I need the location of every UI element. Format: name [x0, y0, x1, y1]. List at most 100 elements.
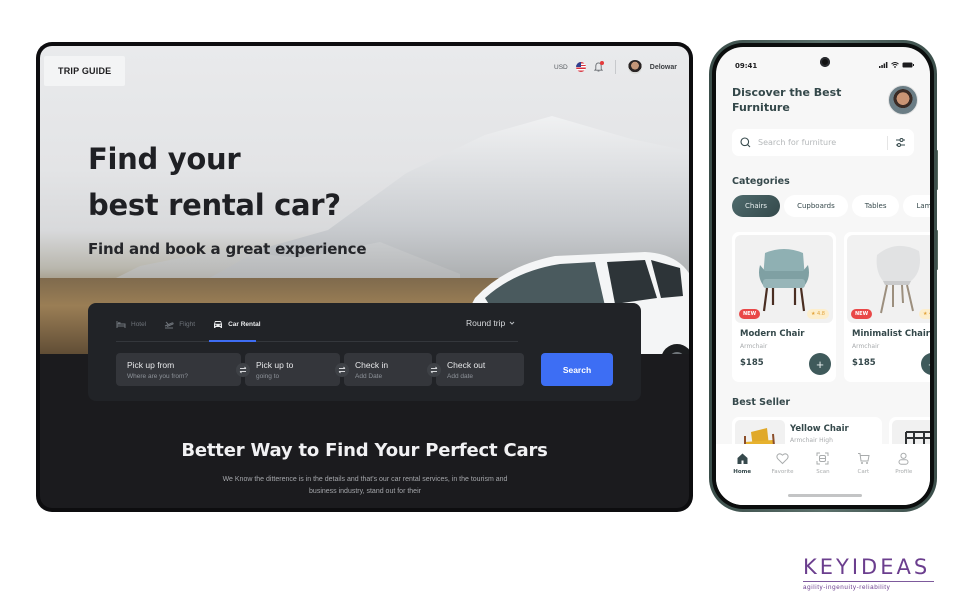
pickup-to-field[interactable]: Pick up to going to [245, 353, 340, 386]
tab-label: Hotel [131, 320, 147, 328]
hero-subtitle: Find and book a great experience [88, 240, 367, 258]
search-placeholder: Search for furniture [758, 138, 837, 147]
category-chips: Chairs Cupboards Tables Lamps [732, 195, 930, 217]
field-label: Check out [447, 359, 486, 370]
check-out-field[interactable]: Check out Add date [436, 353, 524, 386]
heart-icon [776, 453, 789, 465]
swap-icon [430, 366, 438, 373]
car-icon [214, 320, 223, 328]
notification-dot [599, 61, 604, 65]
cart-icon [857, 453, 870, 464]
product-type: Armchair [740, 343, 768, 350]
home-indicator [788, 494, 862, 497]
furniture-search-input[interactable]: Search for furniture [732, 129, 914, 156]
trip-type-dropdown[interactable]: Round trip [466, 318, 515, 328]
bed-icon [116, 320, 126, 328]
phone-screen: 09:41 Discover the Best Furniture Search… [716, 47, 930, 505]
rating-badge: ★ 4.8 [806, 309, 829, 319]
chevron-down-icon [509, 321, 515, 325]
chip-tables[interactable]: Tables [851, 195, 900, 217]
field-placeholder: going to [256, 372, 280, 380]
hero-title-line2: best rental car? [88, 188, 341, 222]
section-title: Better Way to Find Your Perfect Cars [181, 440, 548, 461]
field-label: Pick up to [256, 359, 294, 370]
top-nav: USD Delowar [554, 60, 677, 74]
battery-icon [902, 62, 914, 68]
add-to-cart-button[interactable]: + [809, 353, 831, 375]
field-label: Check in [355, 359, 389, 370]
product-price: $185 [852, 358, 876, 368]
tab-car-rental[interactable]: Car Rental [213, 320, 261, 329]
tab-home[interactable]: Home [726, 452, 758, 505]
trip-type-value: Round trip [466, 318, 506, 328]
product-card[interactable]: NEW ★ 4.8 Minimalist Chair Armchair $185… [844, 232, 930, 382]
rating-badge: ★ 4.8 [918, 309, 930, 319]
brand-name: KEYIDEAS [803, 555, 931, 579]
best-seller-type: Armchair High [790, 437, 833, 444]
trip-guide-logo[interactable]: TRIP GUIDE [44, 56, 126, 86]
tab-cart[interactable]: Cart [847, 452, 879, 505]
profile-icon [898, 452, 909, 465]
product-card[interactable]: NEW ★ 4.8 Modern Chair Armchair $185 + [732, 232, 836, 382]
tab-profile[interactable]: Profile [888, 452, 920, 505]
pickup-from-field[interactable]: Pick up from Where are you from? [116, 353, 241, 386]
swap-button[interactable] [236, 362, 250, 377]
swap-icon [338, 366, 346, 373]
field-placeholder: Where are you from? [127, 372, 189, 380]
tab-label: Flight [179, 320, 196, 328]
tab-label: Scan [816, 469, 830, 475]
plane-icon [164, 321, 174, 328]
field-label: Pick up from [127, 359, 175, 370]
tab-flight[interactable]: Flight [164, 320, 195, 329]
search-divider [887, 135, 888, 150]
phone-bezel: 09:41 Discover the Best Furniture Search… [712, 43, 934, 509]
chip-lamps[interactable]: Lamps [903, 195, 930, 217]
best-seller-heading: Best Seller [732, 397, 791, 408]
us-flag-icon[interactable] [575, 62, 586, 72]
divider [614, 60, 616, 74]
new-badge: NEW [851, 309, 873, 319]
swap-button[interactable] [335, 362, 349, 377]
search-fields: Pick up from Where are you from? Pick up… [116, 353, 524, 386]
tab-favorite[interactable]: Favorite [767, 452, 799, 505]
hero-title-line1: Find your [88, 142, 241, 176]
brand-tagline: agility-ingenuity-reliability [803, 584, 891, 591]
plus-icon: + [816, 356, 824, 372]
profile-avatar[interactable] [888, 85, 918, 115]
product-price: $185 [740, 358, 764, 368]
currency-selector[interactable]: USD [554, 64, 568, 71]
check-in-field[interactable]: Check in Add Date [344, 353, 432, 386]
wifi-icon [891, 62, 899, 68]
chip-chairs[interactable]: Chairs [732, 195, 781, 217]
brand-rule [803, 581, 934, 582]
tab-label: Home [733, 469, 752, 475]
home-icon [737, 453, 748, 464]
front-camera [820, 57, 830, 67]
field-placeholder: Add date [447, 372, 474, 380]
new-badge: NEW [739, 309, 761, 319]
swap-button[interactable] [427, 362, 441, 377]
signal-icon [879, 62, 888, 68]
tab-scan[interactable]: Scan [807, 452, 839, 505]
plus-icon: + [928, 357, 930, 372]
field-placeholder: Add Date [355, 372, 383, 380]
tab-label: Cart [857, 469, 870, 475]
tab-hotel[interactable]: Hotel [116, 320, 146, 329]
filter-icon[interactable] [895, 137, 906, 148]
status-icons [879, 62, 914, 68]
search-tabs: Hotel Flight Car Rental [116, 313, 261, 335]
phone-mockup: 09:41 Discover the Best Furniture Search… [709, 40, 937, 512]
bell-icon[interactable] [593, 61, 604, 72]
search-icon [740, 137, 751, 148]
active-tab-indicator [209, 340, 256, 342]
tab-label: Car Rental [228, 320, 261, 328]
swap-icon [239, 366, 247, 373]
username[interactable]: Delowar [650, 64, 677, 71]
chip-cupboards[interactable]: Cupboards [784, 195, 848, 217]
keyideas-logo: KEYIDEAS agility-ingenuity-reliability [803, 556, 938, 591]
add-to-cart-button[interactable]: + [921, 353, 930, 375]
user-avatar[interactable] [627, 60, 642, 74]
best-seller-name: Yellow Chair [790, 424, 849, 434]
product-name: Minimalist Chair [852, 329, 930, 339]
search-button[interactable]: Search [541, 353, 613, 386]
